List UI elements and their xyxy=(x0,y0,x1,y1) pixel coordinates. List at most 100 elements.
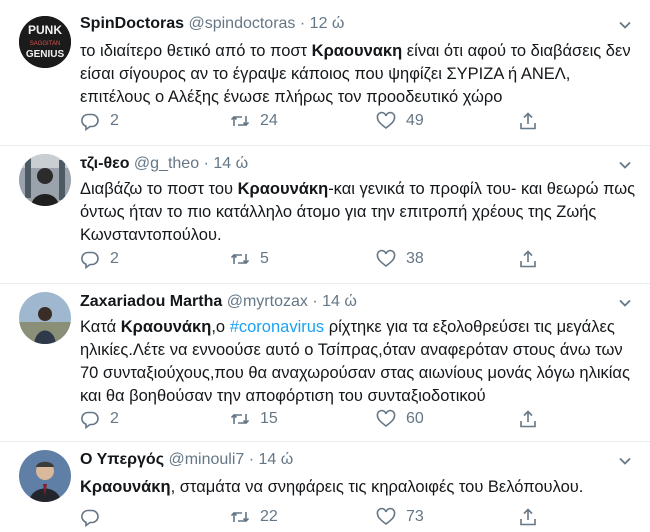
heart-icon xyxy=(376,249,396,268)
avatar[interactable] xyxy=(19,292,71,344)
tweet-text-part: Κατά xyxy=(80,318,121,336)
tweet-actions: 2 5 38 xyxy=(80,248,560,270)
retweet-button[interactable]: 15 xyxy=(230,408,278,430)
chevron-down-icon[interactable] xyxy=(618,454,632,468)
tweet[interactable]: PUNK SAGGITAN GENIUS SpinDoctoras @spind… xyxy=(0,0,650,146)
timestamp[interactable]: 14 ώ xyxy=(259,451,294,468)
share-icon xyxy=(520,250,536,268)
separator: · xyxy=(248,451,255,468)
reply-button[interactable]: 2 xyxy=(80,110,119,132)
tweet-header: SpinDoctoras @spindoctoras · 12 ώ xyxy=(80,14,344,34)
tweet-actions: 22 73 xyxy=(80,506,560,528)
share-icon xyxy=(520,112,536,130)
user-handle[interactable]: @myrtozax xyxy=(227,293,308,310)
tweet-text-highlight: Κραουνάκη xyxy=(120,318,212,336)
reply-count: 2 xyxy=(110,410,119,427)
tweet-header: Zaxariadou Martha @myrtozax · 14 ώ xyxy=(80,292,357,312)
chevron-down-icon[interactable] xyxy=(618,296,632,310)
share-icon xyxy=(520,508,536,526)
tweet-header: τζι-θεο @g_theo · 14 ώ xyxy=(80,154,248,174)
retweet-count: 15 xyxy=(260,410,278,427)
avatar[interactable]: PUNK SAGGITAN GENIUS xyxy=(19,16,71,68)
display-name[interactable]: Zaxariadou Martha xyxy=(80,293,222,310)
avatar-image xyxy=(19,450,71,502)
like-button[interactable]: 73 xyxy=(376,506,424,528)
avatar-label: PUNK xyxy=(28,23,62,37)
share-button[interactable] xyxy=(518,110,548,132)
reply-icon xyxy=(81,251,99,269)
tweet-text: Κραουνάκη, σταμάτα να σνηφάρεις τις κηρα… xyxy=(80,476,640,499)
display-name[interactable]: SpinDoctoras xyxy=(80,15,184,32)
retweet-icon xyxy=(230,253,250,265)
user-handle[interactable]: @minouli7 xyxy=(168,451,244,468)
like-count: 49 xyxy=(406,112,424,129)
tweet[interactable]: Ο Υπεργός @minouli7 · 14 ώ Κραουνάκη, στ… xyxy=(0,442,650,532)
like-count: 60 xyxy=(406,410,424,427)
share-icon xyxy=(520,410,536,428)
avatar-label: GENIUS xyxy=(26,49,65,60)
avatar-image xyxy=(19,292,71,344)
chevron-down-icon[interactable] xyxy=(618,18,632,32)
timestamp[interactable]: 14 ώ xyxy=(213,155,248,172)
tweet-text-part: ,ο xyxy=(211,318,230,336)
reply-icon xyxy=(81,113,99,131)
user-handle[interactable]: @g_theo xyxy=(134,155,199,172)
tweet-text-highlight: Κραουνάκη xyxy=(237,180,329,198)
share-button[interactable] xyxy=(518,506,548,528)
display-name[interactable]: τζι-θεο xyxy=(80,155,129,172)
chevron-down-icon[interactable] xyxy=(618,158,632,172)
tweet-actions: 2 15 60 xyxy=(80,408,560,430)
hashtag-link[interactable]: #coronavirus xyxy=(230,318,324,336)
tweet-text-part: Διαβάζω το ποστ του xyxy=(80,180,238,198)
retweet-button[interactable]: 22 xyxy=(230,506,278,528)
user-handle[interactable]: @spindoctoras xyxy=(188,15,295,32)
share-button[interactable] xyxy=(518,248,548,270)
tweet-text: Κατά Κραουνάκη,ο #coronavirus ρίχτηκε γι… xyxy=(80,316,640,408)
retweet-count: 24 xyxy=(260,112,278,129)
share-button[interactable] xyxy=(518,408,548,430)
like-button[interactable]: 49 xyxy=(376,110,424,132)
avatar[interactable] xyxy=(19,450,71,502)
heart-icon xyxy=(376,111,396,130)
tweet-text-part: το ιδιαίτερο θετικό από το ποστ xyxy=(80,42,312,60)
reply-icon xyxy=(81,411,99,429)
heart-icon xyxy=(376,507,396,526)
like-button[interactable]: 60 xyxy=(376,408,424,430)
timestamp[interactable]: 14 ώ xyxy=(322,293,357,310)
avatar-label: SAGGITAN xyxy=(30,41,61,47)
reply-count: 2 xyxy=(110,250,119,267)
separator: · xyxy=(203,155,209,172)
timestamp[interactable]: 12 ώ xyxy=(310,15,345,32)
reply-icon xyxy=(81,509,99,527)
tweet-text: Διαβάζω το ποστ του Κραουνάκη-και γενικά… xyxy=(80,178,640,247)
tweet-actions: 2 24 49 xyxy=(80,110,560,132)
like-count: 73 xyxy=(406,508,424,525)
tweet-text: το ιδιαίτερο θετικό από το ποστ Κραουνακ… xyxy=(80,40,640,109)
tweet-text-highlight: Κραουνάκη xyxy=(80,478,171,496)
reply-count: 2 xyxy=(110,112,119,129)
retweet-count: 5 xyxy=(260,250,269,267)
avatar-image: PUNK SAGGITAN GENIUS xyxy=(19,16,71,68)
tweet[interactable]: Zaxariadou Martha @myrtozax · 14 ώ Κατά … xyxy=(0,284,650,442)
reply-button[interactable] xyxy=(80,506,110,528)
retweet-count: 22 xyxy=(260,508,278,525)
reply-button[interactable]: 2 xyxy=(80,408,119,430)
tweet[interactable]: τζι-θεο @g_theo · 14 ώ Διαβάζω το ποστ τ… xyxy=(0,146,650,284)
retweet-button[interactable]: 5 xyxy=(230,248,269,270)
retweet-button[interactable]: 24 xyxy=(230,110,278,132)
tweet-text-highlight: Κραουνακη xyxy=(311,42,403,60)
reply-button[interactable]: 2 xyxy=(80,248,119,270)
heart-icon xyxy=(376,409,396,428)
like-button[interactable]: 38 xyxy=(376,248,424,270)
retweet-icon xyxy=(230,413,250,425)
tweet-text-part: , σταμάτα να σνηφάρεις τις κηραλοιφές το… xyxy=(170,478,584,496)
retweet-icon xyxy=(230,511,250,523)
separator: · xyxy=(312,293,318,310)
tweet-header: Ο Υπεργός @minouli7 · 14 ώ xyxy=(80,450,293,470)
display-name[interactable]: Ο Υπεργός xyxy=(80,451,164,468)
separator: · xyxy=(299,15,306,32)
avatar-image xyxy=(19,154,71,206)
like-count: 38 xyxy=(406,250,424,267)
retweet-icon xyxy=(230,115,250,127)
avatar[interactable] xyxy=(19,154,71,206)
